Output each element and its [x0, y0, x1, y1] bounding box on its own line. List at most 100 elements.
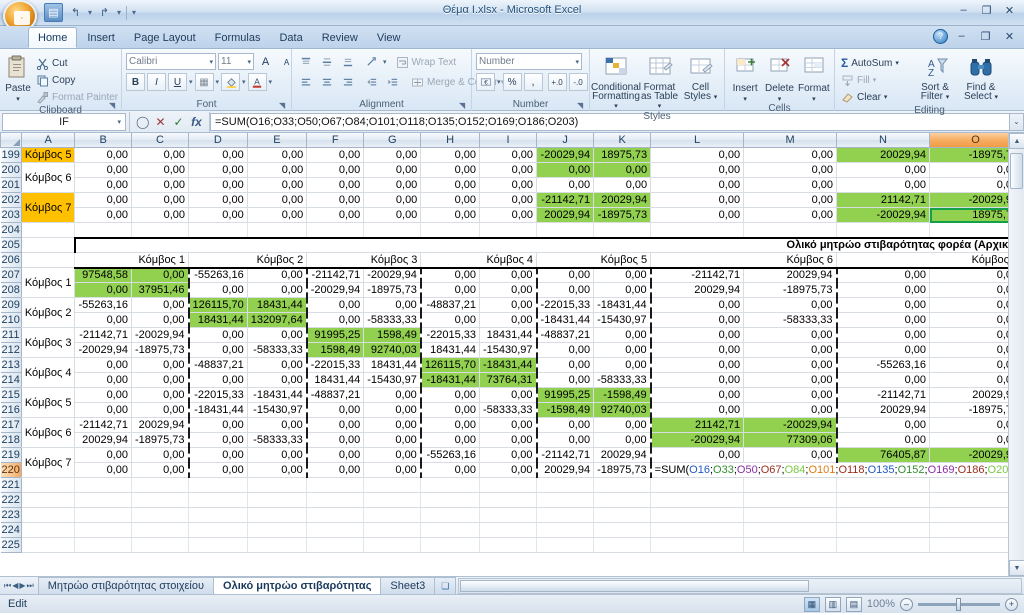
- grid-cell[interactable]: 0,00: [247, 162, 308, 178]
- grid-cell[interactable]: 0,00: [835, 297, 930, 313]
- clear-button[interactable]: Clear ▾: [839, 89, 911, 105]
- grid-cell[interactable]: 0,00: [188, 147, 248, 163]
- grid-cell[interactable]: 0,00: [743, 177, 838, 193]
- column-header-a[interactable]: A: [20, 133, 76, 148]
- vertical-scroll-thumb[interactable]: [1010, 153, 1023, 189]
- grid-cell[interactable]: 0,00: [479, 297, 538, 313]
- node-label[interactable]: Κόμβος 6: [21, 162, 76, 193]
- grid-cell[interactable]: -18975,73: [131, 432, 190, 448]
- grid-cell[interactable]: 0,00: [649, 342, 745, 358]
- grid-cell[interactable]: 0,00: [131, 462, 190, 478]
- grid-cell[interactable]: -58333,33: [743, 312, 838, 328]
- column-header-l[interactable]: L: [650, 133, 745, 148]
- font-color-chevron-down-icon[interactable]: ▾: [269, 78, 273, 86]
- grid-cell[interactable]: 0,00: [593, 432, 652, 448]
- grid-cell[interactable]: 18431,44: [187, 312, 248, 328]
- increase-indent-button[interactable]: [383, 73, 402, 91]
- grid-cell[interactable]: 126115,70: [419, 357, 480, 373]
- row-header-215[interactable]: 215: [0, 387, 22, 403]
- grid-cell[interactable]: 0,00: [306, 147, 365, 163]
- first-sheet-button[interactable]: ⏮: [4, 581, 11, 591]
- grid-cell[interactable]: 20029,94: [593, 192, 652, 208]
- grid-cell[interactable]: [74, 477, 132, 493]
- grid-cell[interactable]: 0,00: [131, 207, 190, 223]
- grid-cell[interactable]: [247, 507, 308, 523]
- grid-cell[interactable]: -58333,33: [593, 372, 652, 388]
- column-header-f[interactable]: F: [306, 133, 365, 148]
- grid-cell[interactable]: 0,00: [419, 266, 480, 283]
- underline-chevron-down-icon[interactable]: ▾: [189, 78, 193, 86]
- row-header-216[interactable]: 216: [0, 402, 22, 418]
- grid-cell[interactable]: [247, 537, 308, 553]
- grid-cell[interactable]: 0,00: [479, 207, 538, 223]
- grid-cell[interactable]: 0,00: [743, 207, 838, 223]
- grid-cell[interactable]: [743, 492, 838, 508]
- align-top-button[interactable]: [296, 53, 315, 71]
- grid-cell[interactable]: [306, 222, 365, 238]
- grid-cell[interactable]: 0,00: [479, 462, 538, 478]
- grid-cell[interactable]: 0,00: [649, 447, 745, 463]
- insert-cells-button[interactable]: Insert ▾: [729, 53, 761, 103]
- grid-cell[interactable]: 0,00: [247, 462, 308, 478]
- align-right-button[interactable]: [338, 73, 357, 91]
- ribbon-close-button[interactable]: ✕: [999, 28, 1020, 44]
- grid-cell[interactable]: -18431,44: [479, 357, 538, 373]
- grid-cell[interactable]: 0,00: [187, 462, 248, 478]
- row-header-224[interactable]: 224: [0, 522, 22, 538]
- column-header-e[interactable]: E: [246, 133, 308, 148]
- grid-cell[interactable]: 0,00: [650, 177, 745, 193]
- grid-cell[interactable]: [479, 522, 538, 538]
- grid-cell[interactable]: 18431,44: [479, 327, 538, 343]
- grid-cell[interactable]: [743, 222, 838, 238]
- grid-cell[interactable]: 132097,64: [247, 312, 308, 328]
- row-header-223[interactable]: 223: [0, 507, 22, 523]
- grid-cell[interactable]: 0,00: [74, 147, 132, 163]
- decrease-indent-button[interactable]: [362, 73, 381, 91]
- delete-cells-button[interactable]: Delete ▾: [763, 53, 795, 103]
- grid-cell[interactable]: 0,00: [247, 447, 308, 463]
- grid-cell[interactable]: 0,00: [363, 297, 422, 313]
- grid-cell[interactable]: 20029,94: [649, 282, 745, 298]
- grid-cell[interactable]: [74, 522, 132, 538]
- column-header-g[interactable]: G: [363, 133, 422, 148]
- row-header-205[interactable]: 205: [0, 237, 22, 253]
- fill-color-button[interactable]: [221, 73, 241, 91]
- grid-cell[interactable]: 0,00: [306, 162, 365, 178]
- grid-cell[interactable]: [188, 507, 248, 523]
- grid-cell[interactable]: [306, 477, 365, 493]
- grid-cell[interactable]: 18431,44: [305, 372, 365, 388]
- grid-cell[interactable]: [479, 507, 538, 523]
- grid-cell[interactable]: 0,00: [593, 266, 652, 283]
- row-header-213[interactable]: 213: [0, 357, 22, 373]
- grid-cell[interactable]: 0,00: [535, 357, 595, 373]
- grid-cell[interactable]: 0,00: [743, 342, 838, 358]
- grid-cell[interactable]: [479, 222, 538, 238]
- grid-cell[interactable]: [593, 477, 652, 493]
- grid-cell[interactable]: -48837,21: [187, 357, 248, 373]
- grid-cell[interactable]: -18975,73: [131, 342, 190, 358]
- clipboard-dialog-launcher-icon[interactable]: ◥: [109, 101, 118, 110]
- tab-insert[interactable]: Insert: [78, 27, 124, 48]
- grid-cell[interactable]: 0,00: [247, 357, 308, 373]
- grid-cell[interactable]: 0,00: [363, 207, 422, 223]
- grid-cell[interactable]: -18975,73: [593, 462, 652, 478]
- grid-cell[interactable]: [420, 222, 480, 238]
- grid-cell[interactable]: 0,00: [363, 192, 422, 208]
- grid-cell[interactable]: 73764,31: [479, 372, 538, 388]
- grid-cell[interactable]: -21142,71: [305, 266, 365, 283]
- grid-cell[interactable]: 0,00: [74, 282, 132, 298]
- page-break-view-button[interactable]: ▤: [845, 596, 862, 612]
- horizontal-scrollbar[interactable]: [458, 577, 1022, 594]
- grid-cell[interactable]: [479, 537, 538, 553]
- grid-cell[interactable]: 0,00: [835, 327, 930, 343]
- column-header-i[interactable]: I: [478, 133, 538, 148]
- grid-cell[interactable]: -20029,94: [305, 282, 365, 298]
- grid-cell[interactable]: 76405,87: [835, 447, 930, 463]
- grid-cell[interactable]: [743, 537, 838, 553]
- grid-cell[interactable]: -48837,21: [419, 297, 480, 313]
- orientation-chevron-down-icon[interactable]: ▾: [383, 58, 387, 66]
- wrap-text-button[interactable]: Wrap Text: [394, 54, 459, 70]
- spreadsheet-grid[interactable]: ABCDEFGHIJKLMNOPQRS199Κόμβος 50,000,000,…: [0, 133, 1024, 576]
- number-dialog-launcher-icon[interactable]: ◥: [577, 101, 586, 110]
- ribbon-minimize-button[interactable]: –: [951, 28, 972, 44]
